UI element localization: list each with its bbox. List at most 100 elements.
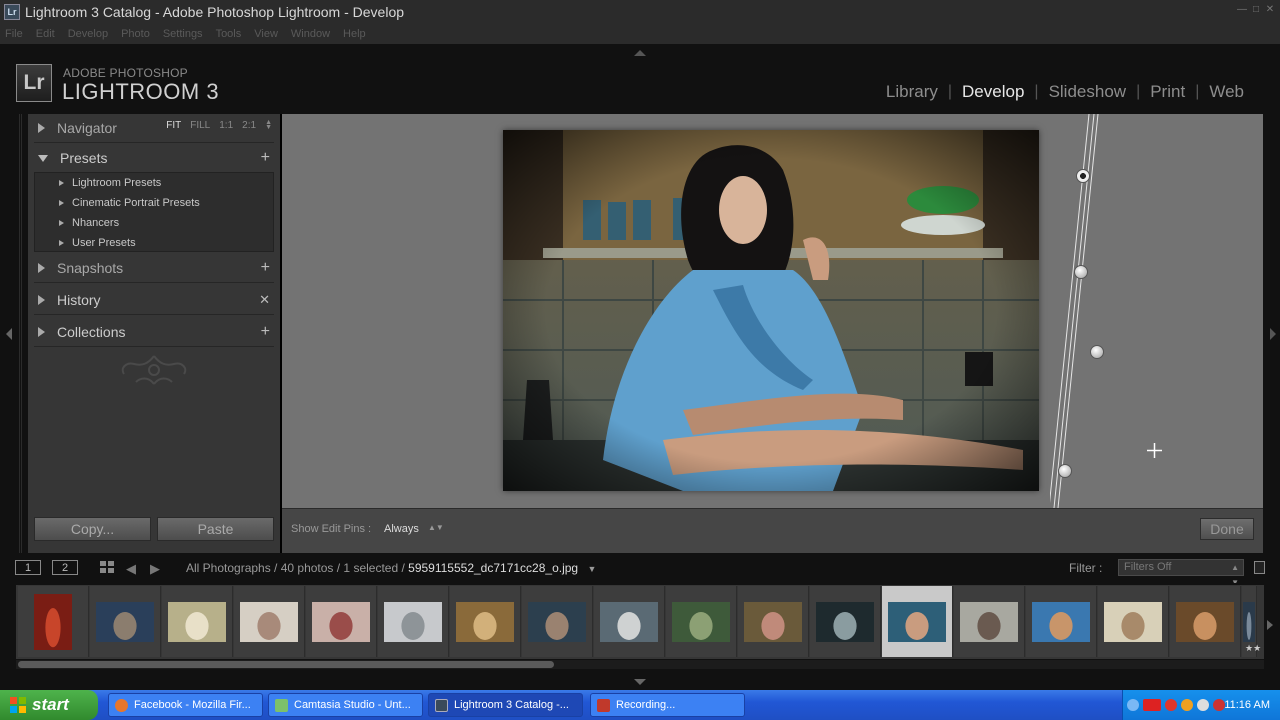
filmstrip-thumbnail[interactable] <box>306 586 377 657</box>
logo-subtitle: ADOBE PHOTOSHOP <box>63 66 188 80</box>
filmstrip-thumbnail[interactable] <box>234 586 305 657</box>
module-develop[interactable]: Develop <box>962 82 1024 102</box>
taskbar-item-lightroom[interactable]: Lightroom 3 Catalog -... <box>428 693 583 717</box>
filmstrip-thumbnail[interactable] <box>90 586 161 657</box>
filmstrip-thumbnail[interactable] <box>18 586 89 657</box>
preset-folder[interactable]: Lightroom Presets <box>35 173 275 193</box>
tray-expand-icon[interactable] <box>1127 699 1139 711</box>
filmstrip-scrollbar-thumb[interactable] <box>18 661 554 668</box>
add-snapshot-icon[interactable]: + <box>261 259 270 277</box>
filter-label: Filter : <box>1069 561 1103 575</box>
menu-view[interactable]: View <box>254 28 278 40</box>
main-window-button[interactable]: 1 <box>15 560 41 575</box>
taskbar-item-label: Recording... <box>616 699 676 711</box>
filmstrip-thumbnail[interactable] <box>810 586 881 657</box>
module-slideshow[interactable]: Slideshow <box>1049 82 1127 102</box>
copy-settings-button[interactable]: Copy... <box>34 517 151 541</box>
right-panel-collapse-arrow-icon[interactable] <box>1270 328 1276 340</box>
source-dropdown-icon[interactable]: ▼ <box>587 564 596 574</box>
module-print[interactable]: Print <box>1150 82 1185 102</box>
next-arrow-icon[interactable]: ▶ <box>150 561 160 577</box>
menu-edit[interactable]: Edit <box>36 28 55 40</box>
filmstrip-thumbnail[interactable] <box>594 586 665 657</box>
presets-panel-header[interactable]: Presets + <box>28 144 280 172</box>
menu-window[interactable]: Window <box>291 28 330 40</box>
filmstrip-thumbnail[interactable] <box>522 586 593 657</box>
zoom-stepper-icon[interactable]: ▲ ▼ <box>265 119 272 131</box>
filmstrip-thumbnail[interactable] <box>1098 586 1169 657</box>
history-panel-header[interactable]: History ✕ <box>28 286 280 314</box>
filmstrip-thumbnail[interactable] <box>378 586 449 657</box>
filmstrip-thumbnail[interactable] <box>954 586 1025 657</box>
menu-tools[interactable]: Tools <box>216 28 242 40</box>
secondary-window-button[interactable]: 2 <box>52 560 78 575</box>
edit-pin-icon[interactable] <box>1058 464 1072 478</box>
snapshots-panel-header[interactable]: Snapshots + <box>28 254 280 282</box>
taskbar-clock: 11:16 AM <box>1224 699 1270 711</box>
filter-select[interactable]: Filters Off ▲▼ <box>1118 559 1244 587</box>
zoom-fill[interactable]: FILL <box>190 120 210 131</box>
lightroom-icon <box>435 698 448 712</box>
left-panel-grip[interactable] <box>19 114 23 554</box>
security-icon[interactable] <box>1213 699 1225 711</box>
start-button[interactable]: start <box>0 690 98 720</box>
navigator-panel-header[interactable]: Navigator FIT FILL 1:1 2:1 ▲ ▼ <box>28 114 280 142</box>
filmstrip-thumbnail[interactable] <box>882 586 953 657</box>
alert-icon[interactable] <box>1165 699 1177 711</box>
select-stepper-icon[interactable]: ▲▼ <box>428 523 444 532</box>
zoom-fit[interactable]: FIT <box>166 120 181 131</box>
taskbar-item-recording[interactable]: Recording... <box>590 693 745 717</box>
filmstrip-thumbnail[interactable] <box>450 586 521 657</box>
filmstrip-thumbnail[interactable] <box>1170 586 1241 657</box>
filter-lock-icon[interactable] <box>1254 561 1265 574</box>
module-web[interactable]: Web <box>1209 82 1244 102</box>
module-library[interactable]: Library <box>886 82 938 102</box>
menu-settings[interactable]: Settings <box>163 28 203 40</box>
taskbar-item-label: Lightroom 3 Catalog -... <box>454 699 569 711</box>
start-label: start <box>32 695 69 714</box>
menu-photo[interactable]: Photo <box>121 28 150 40</box>
window-title: Lightroom 3 Catalog - Adobe Photoshop Li… <box>25 4 405 20</box>
maximize-icon[interactable]: □ <box>1250 4 1262 16</box>
ati-icon[interactable] <box>1143 699 1161 711</box>
edit-pin-icon[interactable] <box>1090 345 1104 359</box>
graduated-filter-overlay[interactable] <box>1050 114 1100 508</box>
edit-pin-icon[interactable] <box>1074 265 1088 279</box>
taskbar-item-firefox[interactable]: Facebook - Mozilla Fir... <box>108 693 263 717</box>
left-panel-collapse-arrow-icon[interactable] <box>6 328 12 340</box>
update-icon[interactable] <box>1181 699 1193 711</box>
show-edit-pins-select[interactable]: Always <box>384 523 419 535</box>
bottom-panel-collapse-arrow-icon[interactable] <box>634 679 646 685</box>
zoom-2-1[interactable]: 2:1 <box>242 120 256 131</box>
preset-folder[interactable]: Nhancers <box>35 213 275 233</box>
filmstrip-source[interactable]: All Photographs / 40 photos / 1 selected… <box>186 561 596 575</box>
collections-panel-header[interactable]: Collections + <box>28 318 280 346</box>
previous-arrow-icon[interactable]: ◀ <box>126 561 136 577</box>
menu-file[interactable]: File <box>5 28 23 40</box>
thumbnail-image <box>960 601 1018 642</box>
top-panel-collapse-arrow-icon[interactable] <box>634 50 646 56</box>
grid-view-icon[interactable] <box>100 561 114 574</box>
zoom-1-1[interactable]: 1:1 <box>219 120 233 131</box>
preset-folder[interactable]: User Presets <box>35 233 275 253</box>
close-icon[interactable]: ✕ <box>1264 4 1276 16</box>
taskbar-item-camtasia[interactable]: Camtasia Studio - Unt... <box>268 693 423 717</box>
edit-pin-active-icon[interactable] <box>1076 169 1090 183</box>
edited-photo[interactable] <box>503 130 1039 491</box>
clear-history-icon[interactable]: ✕ <box>259 292 270 308</box>
filmstrip-thumbnail[interactable] <box>1026 586 1097 657</box>
paste-settings-button[interactable]: Paste <box>157 517 274 541</box>
filmstrip-thumbnail[interactable] <box>666 586 737 657</box>
add-preset-icon[interactable]: + <box>261 149 270 167</box>
filmstrip-scroll-right-icon[interactable] <box>1267 620 1273 630</box>
add-collection-icon[interactable]: + <box>261 323 270 341</box>
preset-folder[interactable]: Cinematic Portrait Presets <box>35 193 275 213</box>
filmstrip-thumbnail[interactable] <box>162 586 233 657</box>
network-icon[interactable] <box>1197 699 1209 711</box>
minimize-icon[interactable]: — <box>1236 4 1248 16</box>
menu-develop[interactable]: Develop <box>68 28 108 40</box>
thumbnail-subject <box>1121 611 1145 640</box>
menu-help[interactable]: Help <box>343 28 366 40</box>
done-button[interactable]: Done <box>1200 518 1254 540</box>
filmstrip-thumbnail[interactable] <box>738 586 809 657</box>
